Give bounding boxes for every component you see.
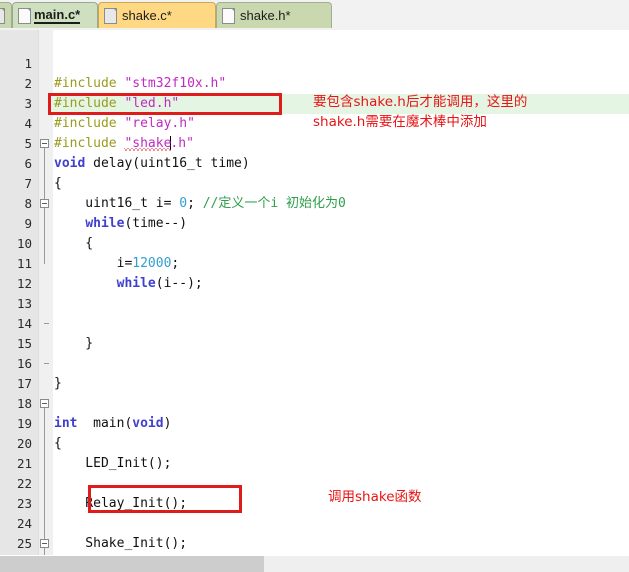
document-icon [222, 7, 235, 24]
code-line-13[interactable]: 13 [0, 274, 629, 311]
shake-call-note: 调用shake函数 [328, 489, 422, 505]
tab-main-c[interactable]: main.c* [12, 2, 98, 28]
code-line-3[interactable]: 3 #include "relay.h" [0, 74, 629, 131]
code-line-24[interactable]: 24 Shake_Init(); [0, 494, 629, 551]
tab-label: shake.h* [240, 8, 291, 23]
code-line-26[interactable]: 26 { [0, 534, 629, 554]
fold-toggle-icon[interactable] [40, 139, 49, 148]
fold-range-tick [44, 323, 49, 324]
code-line-17[interactable]: 17 [0, 354, 629, 391]
code-line-20[interactable]: 20 LED_Init(); [0, 414, 629, 471]
tab-shake-c[interactable]: shake.c* [98, 2, 216, 28]
tab-label: main.c* [34, 7, 81, 24]
fold-range-end-tick [44, 363, 49, 364]
code-line-12[interactable]: 12 [0, 254, 629, 291]
code-line-1[interactable]: 1 #include "stm32f10x.h" [0, 34, 629, 91]
code-line-19[interactable]: 19 { [0, 394, 629, 451]
horizontal-scrollbar-thumb[interactable] [0, 556, 264, 572]
code-line-6[interactable]: 6 { [0, 134, 629, 191]
include-note-line1: 要包含shake.h后才能调用，这里的 [313, 94, 528, 110]
include-note-line2: shake.h需要在魔术棒中添加 [313, 114, 487, 130]
code-line-10[interactable]: 10 i=12000; [0, 214, 629, 271]
code-line-22[interactable]: 22 Relay_Init(); [0, 454, 629, 511]
code-line-14[interactable]: 14 } [0, 294, 629, 351]
fold-toggle-icon[interactable] [40, 539, 49, 548]
editor-tab-bar: main.c* shake.c* shake.h* [0, 0, 629, 31]
document-icon [104, 7, 117, 24]
code-editor[interactable]: 1 #include "stm32f10x.h" 2 #include "led… [0, 30, 629, 555]
tab-label: shake.c* [122, 8, 172, 23]
code-line-23[interactable]: 23 [0, 474, 629, 511]
code-line-8[interactable]: 8 while(time--) [0, 174, 629, 231]
code-line-2[interactable]: 2 #include "led.h" [0, 54, 629, 111]
document-icon [18, 7, 31, 24]
code-line-16[interactable]: 16 } [0, 334, 629, 391]
tab-partial-left[interactable] [0, 2, 12, 28]
code-line-9[interactable]: 9 { [0, 194, 629, 251]
code-line-7[interactable]: 7 uint16_t i= 0; //定义一个i 初始化为0 [0, 154, 629, 211]
code-line-15[interactable]: 15 [0, 314, 629, 351]
code-line-18[interactable]: 18 int main(void) [0, 374, 629, 431]
code-line-11[interactable]: 11 while(i--); [0, 234, 629, 291]
document-icon [0, 7, 5, 24]
fold-toggle-icon[interactable] [40, 399, 49, 408]
code-line-21[interactable]: 21 [0, 434, 629, 471]
code-line-25[interactable]: 25 while(1) [0, 514, 629, 551]
fold-toggle-icon[interactable] [40, 199, 49, 208]
horizontal-scrollbar[interactable] [0, 555, 629, 572]
tab-shake-h[interactable]: shake.h* [216, 2, 332, 28]
